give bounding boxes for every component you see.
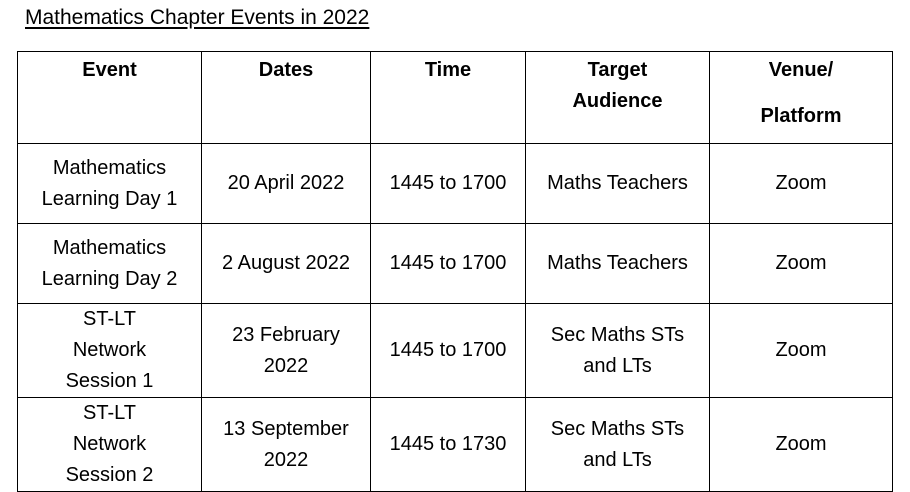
header-row: Event Dates Time Target Audience Venue/ … [17,51,893,144]
cell-event: ST-LT Network Session 2 [17,397,202,492]
cell-dates: 23 February 2022 [201,303,371,398]
cell-time: 1445 to 1700 [370,223,526,304]
header-event: Event [17,51,202,144]
events-table: Event Dates Time Target Audience Venue/ … [17,51,893,492]
cell-dates-text: 13 September 2022 [223,417,349,471]
cell-time: 1445 to 1730 [370,397,526,492]
cell-dates: 13 September 2022 [201,397,371,492]
cell-time: 1445 to 1700 [370,303,526,398]
table-header: Event Dates Time Target Audience Venue/ … [17,51,893,144]
cell-event: Mathematics Learning Day 2 [17,223,202,304]
table-row: Mathematics Learning Day 2 2 August 2022… [17,223,893,304]
header-time: Time [370,51,526,144]
cell-event: Mathematics Learning Day 1 [17,143,202,224]
cell-event-text: Mathematics Learning Day 1 [41,156,178,210]
header-target-text: Target Audience [572,59,663,112]
page-title: Mathematics Chapter Events in 2022 [25,6,370,29]
header-venue-platform: Venue/ Platform [709,51,893,144]
cell-venue: Zoom [709,143,893,224]
cell-time: 1445 to 1700 [370,143,526,224]
table-row: ST-LT Network Session 2 13 September 202… [17,397,893,492]
header-dates: Dates [201,51,371,144]
header-venue-line1: Venue/ [768,59,834,81]
cell-venue: Zoom [709,303,893,398]
table-row: Mathematics Learning Day 1 20 April 2022… [17,143,893,224]
table-body: Mathematics Learning Day 1 20 April 2022… [17,143,893,492]
cell-target-text: Sec Maths STs and LTs [550,323,685,377]
cell-dates: 20 April 2022 [201,143,371,224]
cell-event: ST-LT Network Session 1 [17,303,202,398]
cell-event-text: ST-LT Network Session 1 [65,308,154,392]
cell-event-text: Mathematics Learning Day 2 [41,236,178,290]
cell-target: Maths Teachers [525,143,710,224]
cell-dates: 2 August 2022 [201,223,371,304]
cell-venue: Zoom [709,223,893,304]
table-row: ST-LT Network Session 1 23 February 2022… [17,303,893,398]
cell-event-text: ST-LT Network Session 2 [65,402,154,486]
header-venue-line2: Platform [760,105,842,127]
cell-target: Maths Teachers [525,223,710,304]
cell-venue: Zoom [709,397,893,492]
cell-target: Sec Maths STs and LTs [525,303,710,398]
cell-target: Sec Maths STs and LTs [525,397,710,492]
cell-target-text: Sec Maths STs and LTs [550,417,685,471]
header-venue-gap [714,86,888,101]
cell-dates-text: 23 February 2022 [232,323,340,377]
header-target-audience: Target Audience [525,51,710,144]
